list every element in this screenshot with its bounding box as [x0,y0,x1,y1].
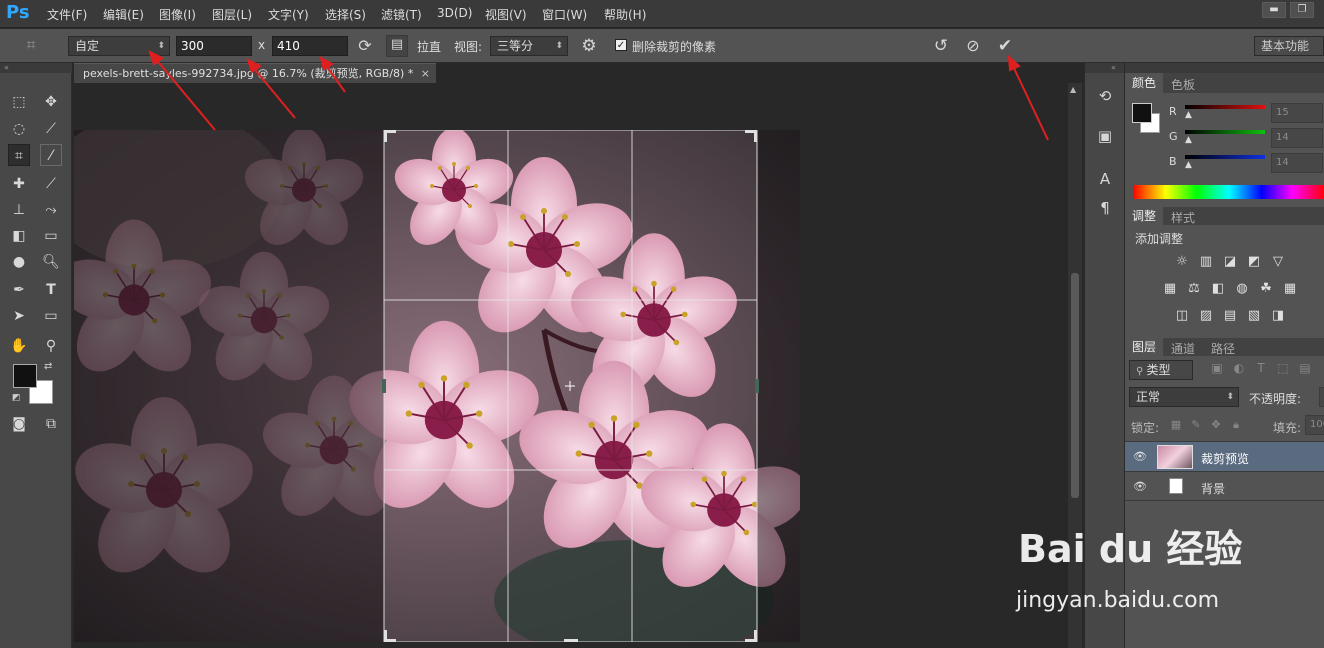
baidu-watermark-url: jingyan.baidu.com [1016,588,1220,613]
baidu-watermark-brand: Bai du 经验 [1018,527,1243,571]
